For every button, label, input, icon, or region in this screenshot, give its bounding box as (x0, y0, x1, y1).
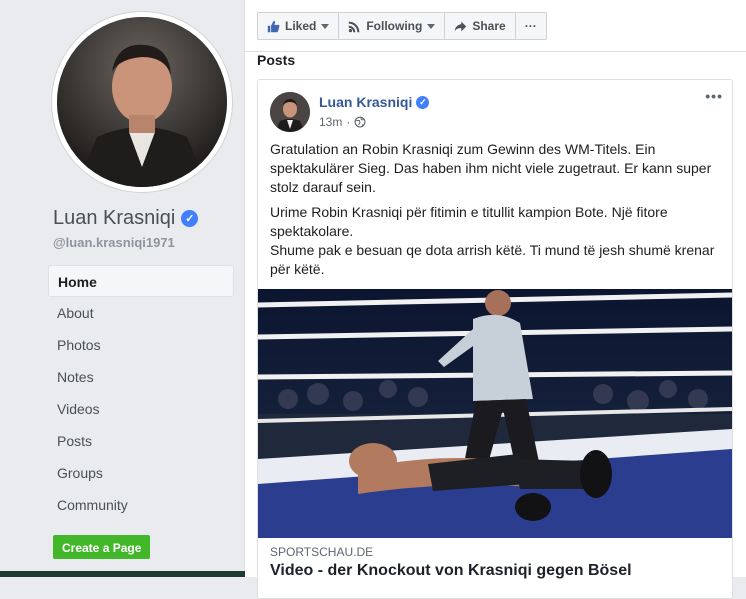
post-paragraph-albanian-1: Urime Robin Krasniqi për fitimin e titul… (270, 204, 668, 239)
verified-badge-icon: ✓ (416, 95, 430, 109)
post-text: Gratulation an Robin Krasniqi zum Gewinn… (270, 140, 720, 285)
share-label: Share (472, 19, 506, 33)
post-paragraph-german: Gratulation an Robin Krasniqi zum Gewinn… (270, 141, 712, 195)
liked-button[interactable]: Liked (258, 13, 340, 39)
more-dots-icon: ··· (524, 19, 537, 33)
separator-dot: · (346, 115, 351, 129)
post-paragraph-albanian-2: Shume pak e besuan qe dota arrish këtë. … (270, 242, 715, 277)
nav-item-home[interactable]: Home (48, 265, 234, 297)
chevron-down-icon (427, 23, 436, 29)
chevron-down-icon (321, 23, 330, 29)
share-arrow-icon (455, 21, 467, 31)
post-link-image[interactable] (258, 289, 732, 538)
nav-item-posts[interactable]: Posts (48, 425, 234, 457)
create-page-button[interactable]: Create a Page (53, 535, 151, 559)
thumbs-up-icon (267, 20, 280, 32)
following-label: Following (366, 19, 423, 33)
post-author-avatar[interactable] (270, 92, 310, 132)
posts-section-title[interactable]: Posts (257, 52, 295, 68)
posts-panel: Posts Luan Krasniqi ✓ 13m · ••• Gratulat… (245, 52, 746, 599)
page-action-bar: Liked Following Share ··· (245, 0, 746, 52)
following-button[interactable]: Following (339, 13, 446, 39)
more-options-button[interactable]: ··· (516, 13, 546, 39)
left-sidebar: Luan Krasniqi ✓ @luan.krasniqi1971 Home … (0, 0, 245, 577)
globe-icon[interactable] (354, 116, 366, 128)
page-navigation: Home About Photos Notes Videos Posts Gro… (48, 265, 234, 521)
action-button-group: Liked Following Share ··· (257, 12, 547, 40)
link-source[interactable]: SPORTSCHAU.DE (270, 545, 373, 559)
nav-item-groups[interactable]: Groups (48, 457, 234, 489)
page-name[interactable]: Luan Krasniqi ✓ (53, 207, 199, 230)
verified-badge-icon: ✓ (181, 210, 199, 227)
rss-icon (349, 21, 360, 32)
post-meta: 13m · (319, 115, 366, 129)
nav-item-videos[interactable]: Videos (48, 393, 234, 425)
nav-item-notes[interactable]: Notes (48, 361, 234, 393)
share-button[interactable]: Share (445, 13, 516, 39)
post-timestamp[interactable]: 13m (319, 115, 342, 129)
page-handle[interactable]: @luan.krasniqi1971 (53, 235, 175, 250)
post-card: Luan Krasniqi ✓ 13m · ••• Gratulation an… (257, 79, 733, 599)
nav-item-about[interactable]: About (48, 297, 234, 329)
bottom-accent-bar (0, 571, 270, 577)
nav-item-community[interactable]: Community (48, 489, 234, 521)
link-title[interactable]: Video - der Knockout von Krasniqi gegen … (270, 562, 632, 580)
post-author-name[interactable]: Luan Krasniqi (319, 94, 412, 110)
nav-item-photos[interactable]: Photos (48, 329, 234, 361)
post-options-icon[interactable]: ••• (705, 88, 723, 104)
post-author[interactable]: Luan Krasniqi ✓ (319, 94, 430, 110)
profile-photo[interactable] (57, 17, 227, 187)
liked-label: Liked (285, 19, 317, 33)
profile-picture[interactable] (52, 12, 232, 192)
page-name-text[interactable]: Luan Krasniqi (53, 207, 175, 230)
